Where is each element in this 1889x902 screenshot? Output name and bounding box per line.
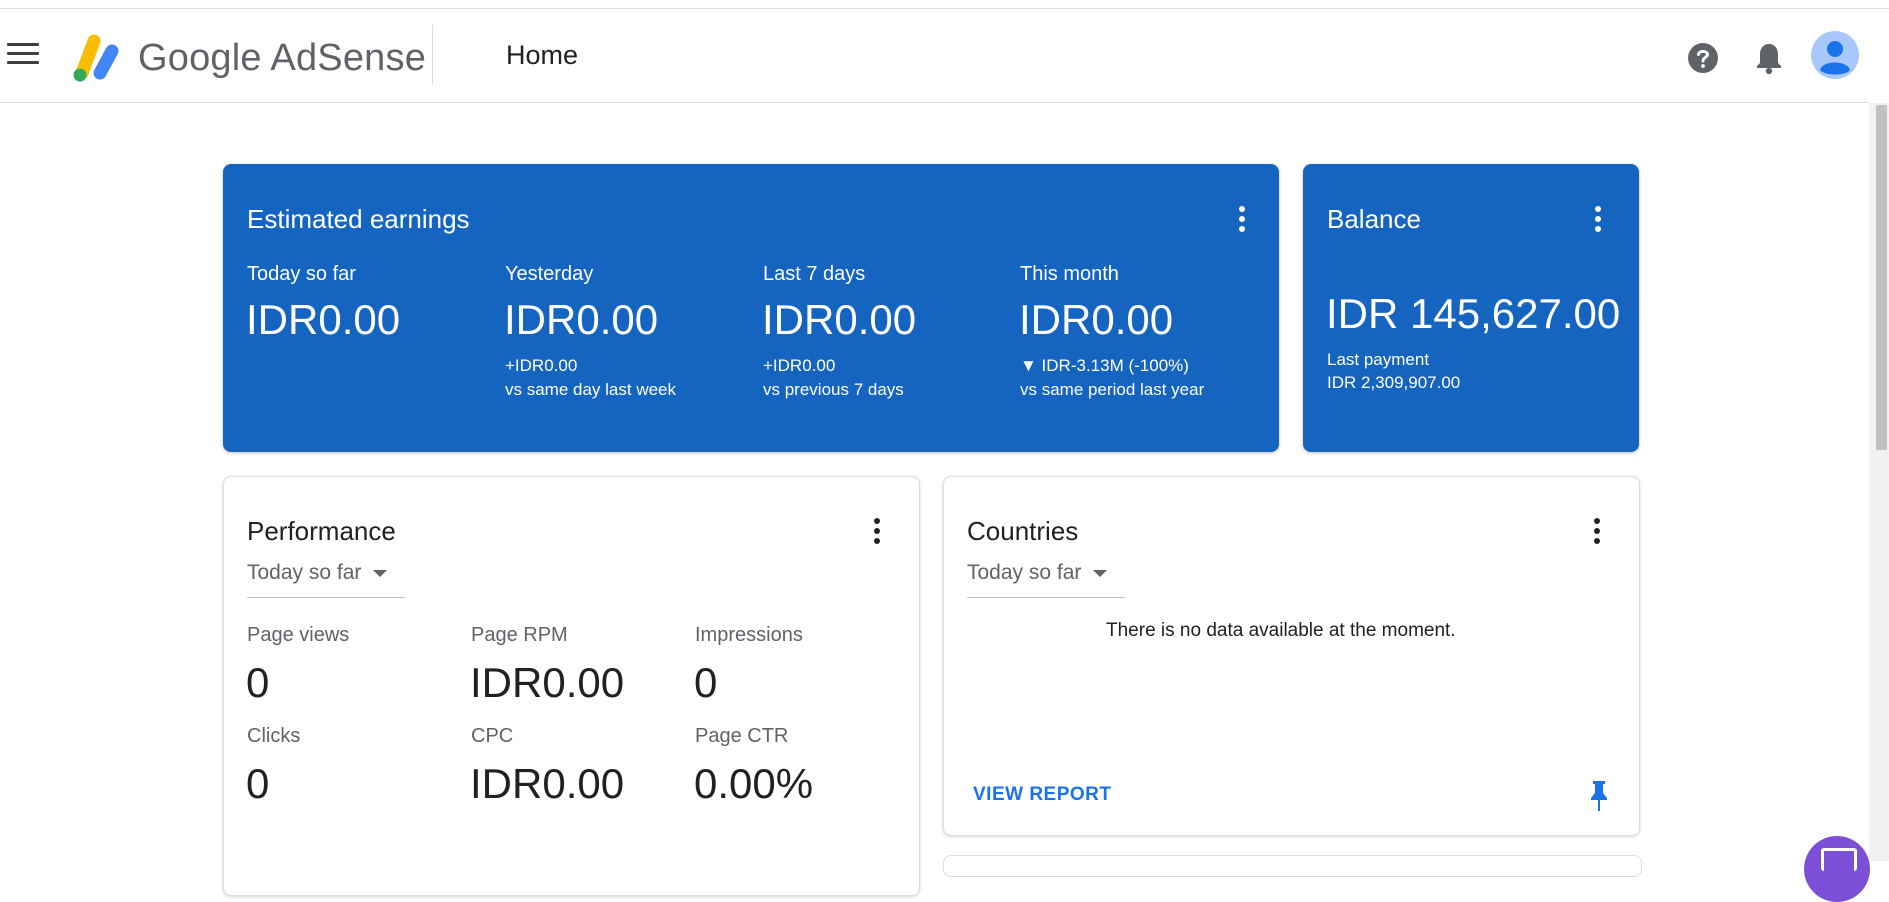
metric-value: 0.00% — [694, 760, 814, 807]
metric-value: IDR0.00 — [470, 659, 625, 706]
metric-label: Impressions — [695, 624, 803, 646]
stat-delta: ▼ IDR-3.13M (-100%) — [1020, 356, 1189, 375]
metric-value: 0 — [246, 659, 270, 706]
chevron-down-icon — [373, 569, 388, 577]
stat-label: Last 7 days — [763, 263, 866, 285]
stat-label: Yesterday — [505, 263, 594, 285]
stat-value: IDR0.00 — [1019, 296, 1174, 343]
help-icon[interactable] — [1686, 41, 1720, 75]
date-range-value: Today so far — [967, 561, 1082, 584]
performance-card: Performance Today so far Page views 0 Pa… — [223, 476, 920, 896]
browser-top-edge — [0, 0, 1889, 9]
more-options-icon[interactable] — [872, 518, 882, 548]
metric-value: IDR0.00 — [470, 760, 625, 807]
more-options-icon[interactable] — [1593, 206, 1603, 236]
metric-label: Clicks — [247, 725, 301, 747]
date-range-dropdown[interactable]: Today so far — [247, 561, 405, 598]
stat-label: Today so far — [247, 263, 356, 285]
more-options-icon[interactable] — [1237, 206, 1247, 236]
card-title: Performance — [247, 516, 396, 546]
stat-value: IDR0.00 — [762, 296, 917, 343]
stat-label: This month — [1020, 263, 1119, 285]
menu-icon[interactable] — [7, 43, 39, 67]
card-title: Countries — [967, 516, 1079, 546]
calendar-icon — [1821, 848, 1857, 871]
card-title: Balance — [1327, 204, 1421, 234]
next-card-edge — [943, 855, 1642, 877]
last-payment-value: IDR 2,309,907.00 — [1327, 373, 1461, 392]
metric-value: 0 — [694, 659, 718, 706]
metric-label: Page views — [247, 624, 350, 646]
account-avatar[interactable] — [1810, 30, 1860, 80]
more-options-icon[interactable] — [1592, 518, 1602, 548]
stat-delta: +IDR0.00 — [763, 356, 836, 375]
calendar-fab-button[interactable] — [1804, 836, 1870, 902]
metric-label: CPC — [471, 725, 514, 747]
adsense-logo-icon[interactable] — [68, 29, 124, 85]
metric-label: Page CTR — [695, 725, 789, 747]
estimated-earnings-card: Estimated earnings Today so far IDR0.00 … — [223, 164, 1279, 452]
notifications-bell-icon[interactable] — [1753, 40, 1785, 76]
app-header: Google AdSense Home — [0, 9, 1869, 103]
scrollbar-thumb[interactable] — [1876, 105, 1887, 450]
metric-value: 0 — [246, 760, 270, 807]
page-title: Home — [506, 40, 579, 70]
chevron-down-icon — [1093, 569, 1108, 577]
balance-card: Balance IDR 145,627.00 Last payment IDR … — [1303, 164, 1639, 452]
last-payment-label: Last payment — [1327, 350, 1430, 369]
pin-icon[interactable] — [1587, 779, 1611, 813]
stat-value: IDR0.00 — [246, 296, 401, 343]
stat-compare: vs same period last year — [1020, 380, 1205, 399]
empty-state-message: There is no data available at the moment… — [1106, 620, 1456, 641]
stat-compare: vs previous 7 days — [763, 380, 904, 399]
card-title: Estimated earnings — [247, 204, 470, 234]
balance-value: IDR 145,627.00 — [1326, 290, 1621, 337]
date-range-value: Today so far — [247, 561, 362, 584]
view-report-link[interactable]: VIEW REPORT — [973, 784, 1112, 806]
stat-compare: vs same day last week — [505, 380, 677, 399]
stat-delta: +IDR0.00 — [505, 356, 578, 375]
countries-card: Countries Today so far There is no data … — [943, 476, 1640, 836]
date-range-dropdown[interactable]: Today so far — [967, 561, 1125, 598]
brand-name: Google AdSense — [138, 37, 427, 79]
header-divider — [432, 25, 433, 85]
metric-label: Page RPM — [471, 624, 568, 646]
stat-value: IDR0.00 — [504, 296, 659, 343]
